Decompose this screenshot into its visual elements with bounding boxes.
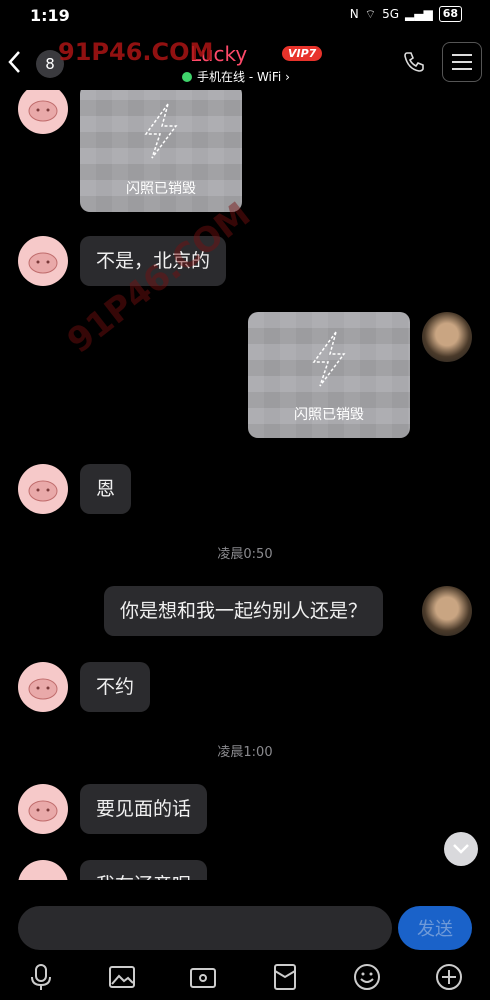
time-divider: 凌晨0:50 xyxy=(217,547,273,562)
flash-destroyed-label: 闪照已销毁 xyxy=(126,181,196,197)
contact-avatar[interactable] xyxy=(18,236,68,286)
status-bar: 1:19 N ⌔ 5G ▂▄▆ 68 xyxy=(0,0,490,32)
message-bubble[interactable]: 我在辽帝呢 xyxy=(80,860,208,880)
signal-label: 5G xyxy=(382,7,399,21)
message-bubble[interactable]: 你是想和我一起约别人还是？ xyxy=(104,586,384,636)
message-bubble[interactable]: 要见面的话 xyxy=(80,784,208,834)
online-status-text: 手机在线 - WiFi › xyxy=(197,70,290,84)
contact-avatar[interactable] xyxy=(18,90,68,134)
phone-icon[interactable] xyxy=(402,50,426,74)
nfc-icon: N xyxy=(349,7,359,21)
vip-badge: VIP7 xyxy=(282,46,323,61)
contact-avatar[interactable] xyxy=(18,860,68,880)
scroll-to-bottom-button[interactable] xyxy=(444,832,478,866)
emoji-icon[interactable] xyxy=(352,962,382,992)
camera-icon[interactable] xyxy=(188,962,218,992)
status-time: 1:19 xyxy=(30,6,70,25)
flash-photo-card[interactable]: 闪照已销毁 xyxy=(248,312,410,438)
online-dot-icon xyxy=(182,71,192,82)
menu-icon xyxy=(452,54,472,70)
message-bubble[interactable]: 不约 xyxy=(80,662,151,712)
contact-name[interactable]: Lucky xyxy=(190,42,247,66)
lightning-icon xyxy=(312,331,346,387)
plus-icon[interactable] xyxy=(434,962,464,992)
flash-destroyed-label: 闪照已销毁 xyxy=(294,407,364,423)
chat-message-list[interactable]: 闪照已销毁 不是，北京的 闪照已销毁 恩 凌晨0:50 你是想和我一起约别人还是… xyxy=(0,90,490,880)
message-bubble[interactable]: 不是，北京的 xyxy=(80,236,227,286)
input-toolbar xyxy=(0,954,490,1000)
menu-button[interactable] xyxy=(442,42,482,82)
contact-avatar[interactable] xyxy=(18,784,68,834)
image-icon[interactable] xyxy=(107,962,137,992)
status-icons: N ⌔ 5G ▂▄▆ 68 xyxy=(350,6,462,22)
flash-photo-card[interactable]: 闪照已销毁 xyxy=(80,90,242,212)
message-input[interactable] xyxy=(18,906,392,950)
lightning-icon xyxy=(144,103,178,159)
mic-icon[interactable] xyxy=(26,962,56,992)
wifi-icon: ⌔ xyxy=(364,6,377,21)
battery-icon: 68 xyxy=(438,6,462,22)
contact-avatar[interactable] xyxy=(18,662,68,712)
unread-count-badge[interactable]: 8 xyxy=(36,50,64,78)
user-avatar[interactable] xyxy=(422,312,472,362)
user-avatar[interactable] xyxy=(422,586,472,636)
chat-header: 8 Lucky VIP7 手机在线 - WiFi › xyxy=(0,34,490,90)
signal-bars-icon: ▂▄▆ xyxy=(405,7,433,21)
time-divider: 凌晨1:00 xyxy=(217,745,273,760)
online-status[interactable]: 手机在线 - WiFi › xyxy=(182,68,290,85)
back-arrow-icon[interactable] xyxy=(4,48,26,76)
red-packet-icon[interactable] xyxy=(270,962,300,992)
message-bubble[interactable]: 恩 xyxy=(80,464,132,514)
contact-avatar[interactable] xyxy=(18,464,68,514)
send-button[interactable]: 发送 xyxy=(398,906,472,950)
chevron-down-icon xyxy=(453,844,469,854)
